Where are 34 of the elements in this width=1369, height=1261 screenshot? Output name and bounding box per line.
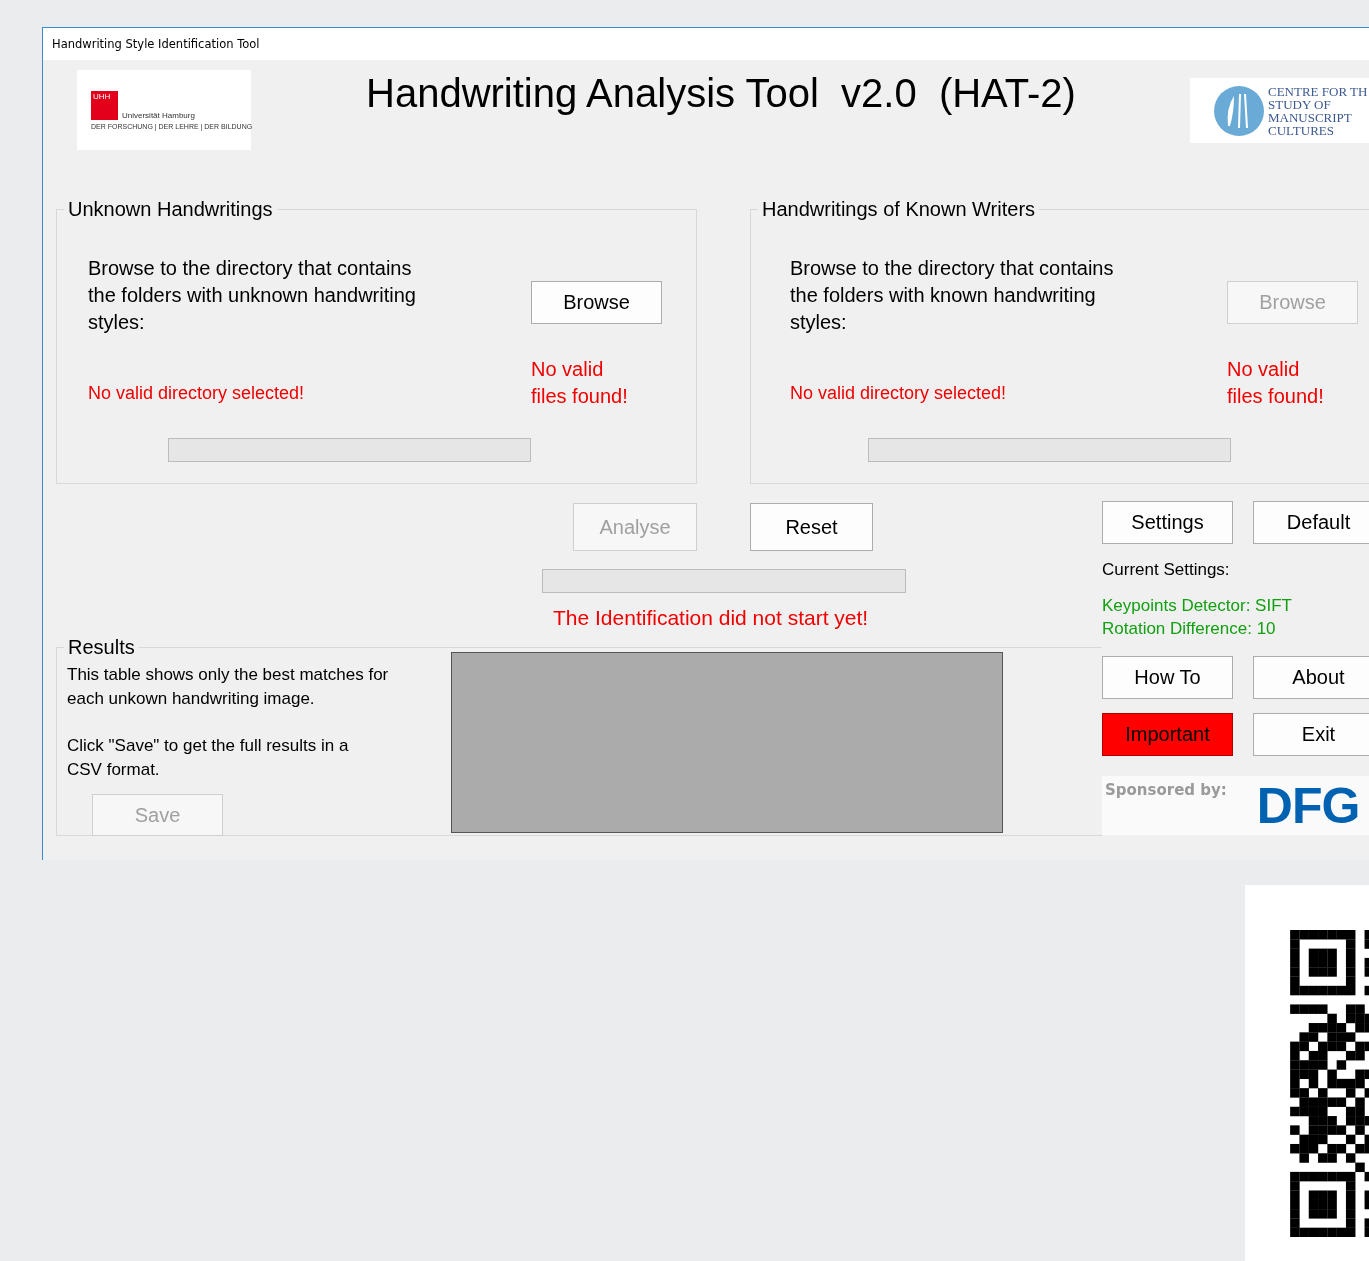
files-status: No valid files found! (531, 357, 629, 409)
logo-text: MANUSCRIPT (1268, 110, 1353, 124)
save-hint: Click "Save" to get the full results in a CSV format. (67, 735, 350, 781)
reset-button[interactable]: Reset (750, 503, 873, 551)
logo-mark: UHH (91, 90, 118, 120)
directory-status: No valid directory selected! (88, 383, 306, 405)
menu-button[interactable]: How To (1102, 656, 1233, 699)
logo-name: Universität Hamburg (122, 110, 195, 120)
sponsor-label: Sponsored by: (1105, 781, 1227, 799)
results-description: This table shows only the best matches for each unkown handwriting image. (67, 664, 390, 710)
instruction-text: Browse to the directory that contains the folders with unknown handwriting styles: (88, 256, 417, 335)
identification-status: The Identification did not start yet! (553, 606, 869, 629)
logo-text: CULTURES (1268, 123, 1335, 137)
group-title: Handwritings of Known Writers (761, 198, 1037, 221)
settings-button[interactable]: Settings (1102, 501, 1233, 544)
files-status: No valid files found! (1227, 357, 1325, 409)
setting-value: Rotation Difference: 10 (1102, 618, 1277, 640)
logo-text: STUDY OF (1268, 97, 1332, 111)
setting-value: Keypoints Detector: SIFT (1102, 595, 1293, 617)
menu-button[interactable]: About (1253, 656, 1369, 699)
window-title: Handwriting Style Identification Tool (52, 37, 260, 51)
logo-text: CENTRE FOR TH (1268, 84, 1368, 98)
menu-button[interactable]: Exit (1253, 713, 1369, 756)
browse-button[interactable]: Browse (531, 281, 662, 324)
quill-icon (1214, 85, 1264, 136)
menu-button[interactable]: Important (1102, 713, 1233, 756)
current-settings-label: Current Settings: (1102, 560, 1231, 580)
app-title: Handwriting Analysis Tool v2.0 (HAT-2) (366, 70, 1077, 116)
default-button[interactable]: Default (1253, 501, 1369, 544)
directory-status: No valid directory selected! (790, 383, 1008, 405)
sponsor-logo: DFG (1256, 781, 1360, 831)
group-title: Results (67, 636, 136, 659)
instruction-text: Browse to the directory that contains the folders with known handwriting styles: (790, 256, 1115, 335)
group-title: Unknown Handwritings (67, 198, 274, 221)
